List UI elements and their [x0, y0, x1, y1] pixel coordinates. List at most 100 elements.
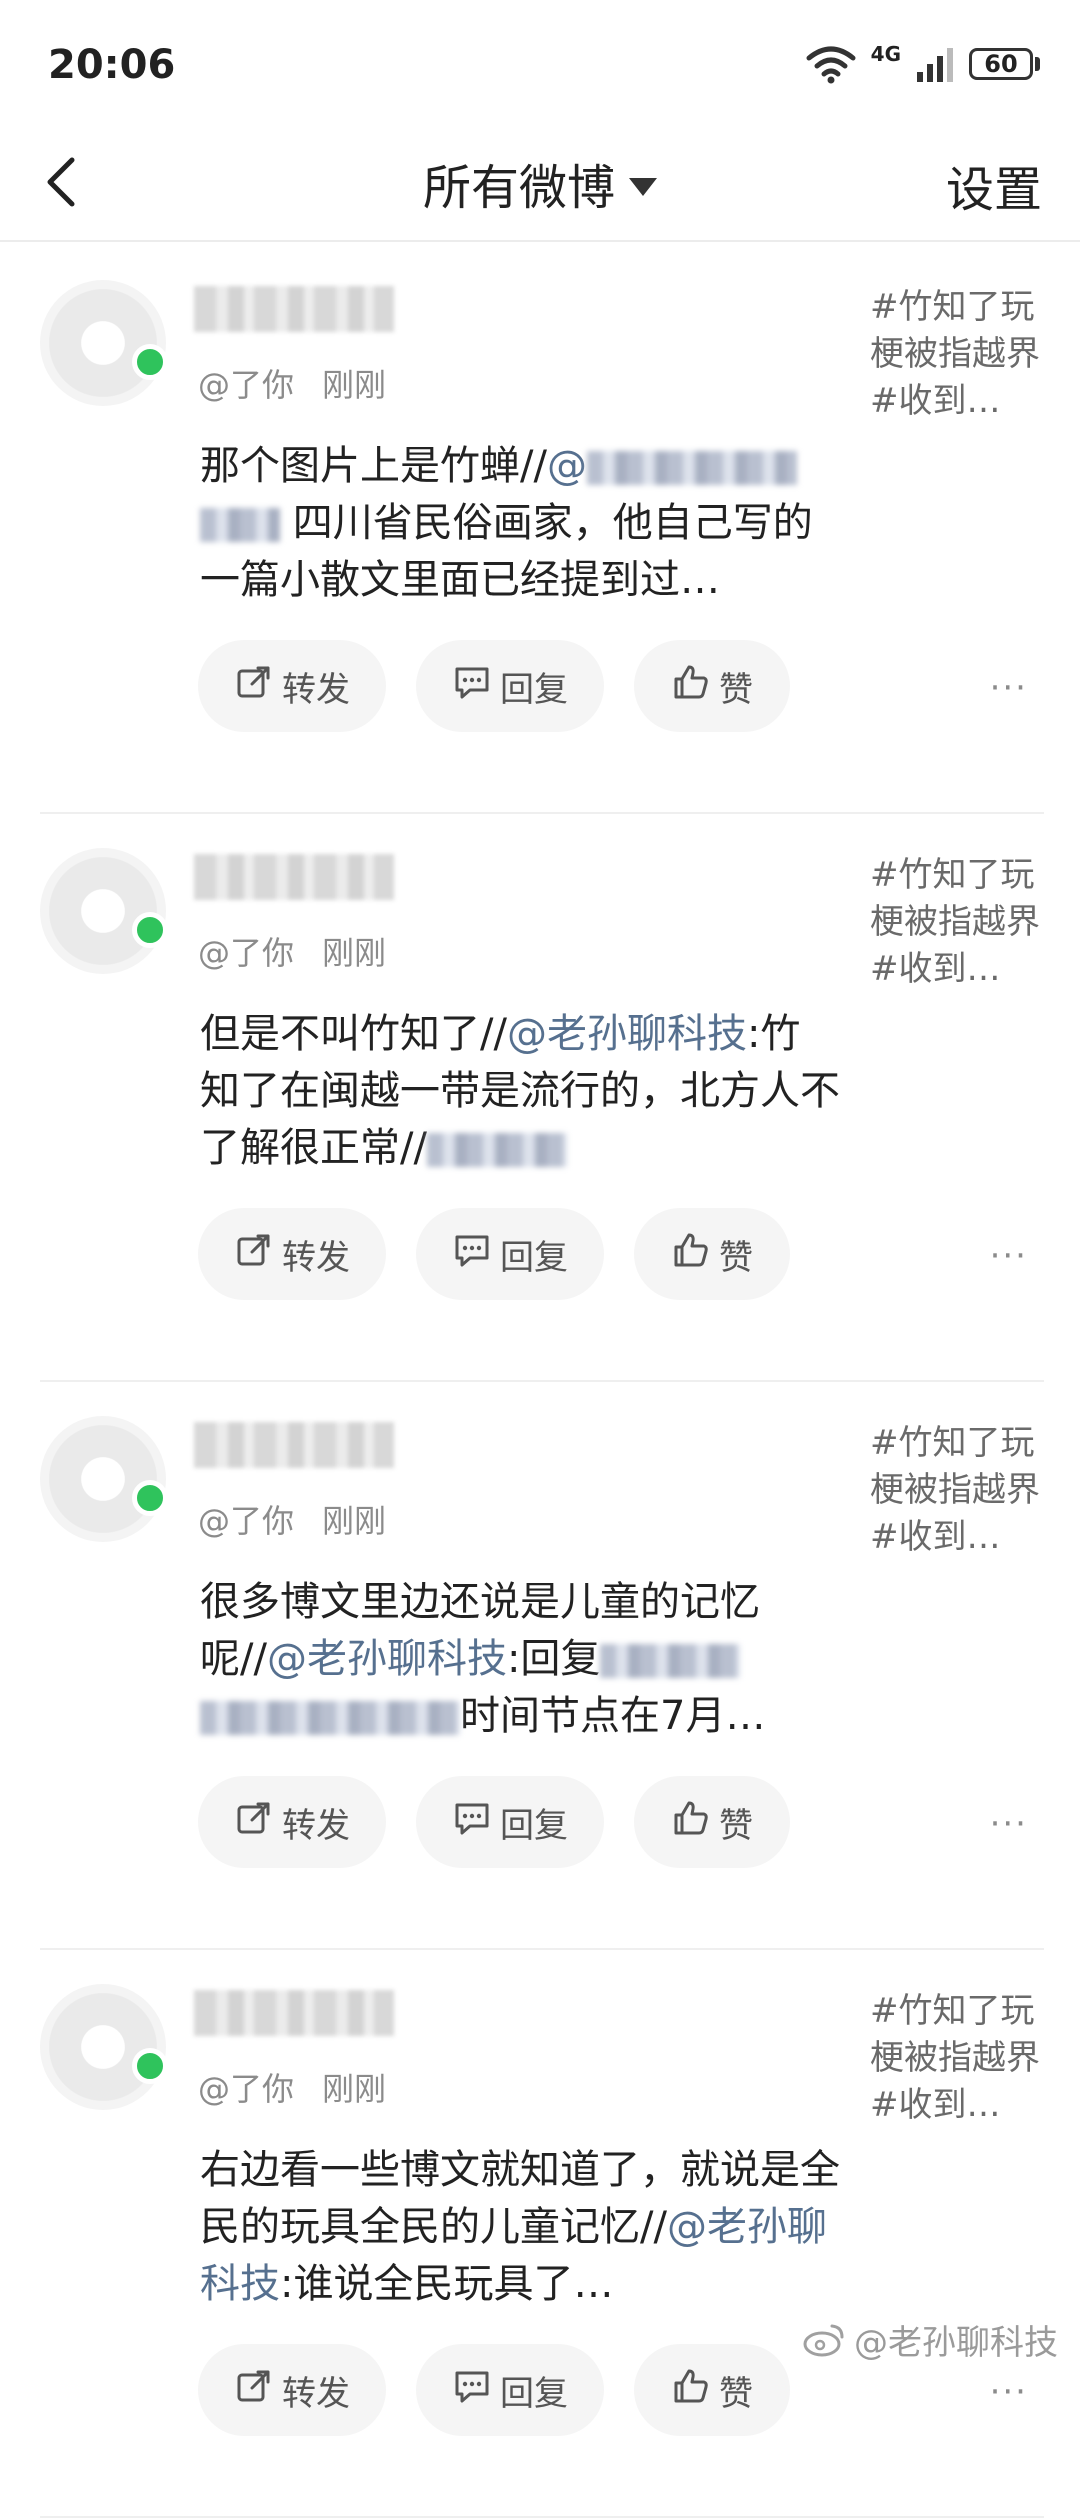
action-bar: 转发 回复 赞 [198, 2344, 790, 2436]
username-redacted[interactable] [194, 1422, 394, 1468]
post-content[interactable]: 很多博文里边还说是儿童的记忆呢//@老孙聊科技:回复 时间节点在7月… [200, 1574, 840, 1745]
topic-thumbnail[interactable]: #竹知了玩梗被指越界#收到… [870, 852, 1050, 993]
topic-thumbnail[interactable]: #竹知了玩梗被指越界#收到… [870, 1988, 1050, 2129]
page-title: 所有微博 [422, 160, 615, 216]
status-icons: 4G 60 [805, 42, 1040, 84]
post-content[interactable]: 但是不叫竹知了//@老孙聊科技:竹知了在闽越一带是流行的，北方人不了解很正常// [200, 1006, 840, 1177]
post-meta: @了你 刚刚 [198, 360, 386, 406]
repost-button[interactable]: 转发 [198, 2344, 386, 2436]
like-label: 赞 [719, 2373, 753, 2414]
like-label: 赞 [719, 1237, 753, 1278]
username-redacted[interactable] [194, 854, 394, 900]
repost-icon [234, 662, 274, 711]
divider [40, 812, 1044, 814]
user-handle: @了你 [198, 366, 295, 404]
like-icon [671, 2366, 711, 2415]
avatar[interactable] [40, 280, 166, 406]
like-button[interactable]: 赞 [634, 2344, 790, 2436]
online-status-dot [132, 1480, 168, 1516]
like-button[interactable]: 赞 [634, 1776, 790, 1868]
divider [40, 1948, 1044, 1950]
post-meta: @了你 刚刚 [198, 2064, 386, 2110]
notification-card[interactable]: @了你 刚刚 #竹知了玩梗被指越界#收到… 但是不叫竹知了//@老孙聊科技:竹知了… [0, 816, 1080, 1382]
settings-button[interactable]: 设置 [946, 150, 1042, 220]
topic-thumbnail[interactable]: #竹知了玩梗被指越界#收到… [870, 284, 1050, 425]
dropdown-triangle-icon [629, 178, 657, 196]
avatar[interactable] [40, 848, 166, 974]
username-redacted[interactable] [194, 286, 394, 332]
reply-label: 回复 [500, 669, 568, 710]
reply-label: 回复 [500, 2373, 568, 2414]
topic-thumbnail[interactable]: #竹知了玩梗被指越界#收到… [870, 1420, 1050, 1561]
post-content[interactable]: 那个图片上是竹蝉//@ 四川省民俗画家，他自己写的一篇小散文里面已经提到过… [200, 438, 840, 609]
post-time: 刚刚 [322, 934, 387, 972]
reply-icon [452, 1230, 492, 1279]
post-time: 刚刚 [322, 1502, 387, 1540]
reply-label: 回复 [500, 1805, 568, 1846]
content-text: 那个图片上是竹蝉// [200, 443, 547, 489]
reply-button[interactable]: 回复 [416, 1776, 604, 1868]
post-time: 刚刚 [322, 2070, 387, 2108]
repost-button[interactable]: 转发 [198, 1776, 386, 1868]
avatar[interactable] [40, 1984, 166, 2110]
redacted-text [200, 508, 280, 542]
online-status-dot [132, 2048, 168, 2084]
like-button[interactable]: 赞 [634, 1208, 790, 1300]
notification-card[interactable]: @了你 刚刚 #竹知了玩梗被指越界#收到… 很多博文里边还说是儿童的记忆呢//@老… [0, 1384, 1080, 1950]
reply-button[interactable]: 回复 [416, 640, 604, 732]
weibo-logo-icon [803, 2324, 844, 2356]
battery-icon: 60 [969, 48, 1040, 80]
content-text: 但是不叫竹知了// [200, 1011, 507, 1057]
status-bar: 20:06 4G 60 [0, 0, 1080, 138]
notification-card[interactable]: @了你 刚刚 #竹知了玩梗被指越界#收到… 那个图片上是竹蝉//@ 四川省民俗画家… [0, 248, 1080, 814]
repost-icon [234, 1230, 274, 1279]
more-icon[interactable]: ··· [990, 2372, 1028, 2412]
repost-button[interactable]: 转发 [198, 640, 386, 732]
feed-filter-dropdown[interactable]: 所有微博 [0, 148, 1080, 218]
action-bar: 转发 回复 赞 [198, 640, 790, 732]
action-bar: 转发 回复 赞 [198, 1776, 790, 1868]
reply-button[interactable]: 回复 [416, 1208, 604, 1300]
like-button[interactable]: 赞 [634, 640, 790, 732]
more-icon[interactable]: ··· [990, 668, 1028, 708]
redacted-text [200, 1701, 460, 1735]
like-icon [671, 662, 711, 711]
redacted-text [426, 1133, 567, 1167]
user-handle: @了你 [198, 934, 295, 972]
watermark-text: @老孙聊科技 [854, 2323, 1058, 2363]
reply-icon [452, 2366, 492, 2415]
post-meta: @了你 刚刚 [198, 928, 386, 974]
username-redacted[interactable] [194, 1990, 394, 2036]
like-icon [671, 1798, 711, 1847]
online-status-dot [132, 912, 168, 948]
more-icon[interactable]: ··· [990, 1236, 1028, 1276]
repost-button[interactable]: 转发 [198, 1208, 386, 1300]
redacted-text [600, 1644, 741, 1678]
mention-link[interactable]: @老孙聊科技 [507, 1011, 747, 1057]
more-icon[interactable]: ··· [990, 1804, 1028, 1844]
like-label: 赞 [719, 1805, 753, 1846]
reply-button[interactable]: 回复 [416, 2344, 604, 2436]
reply-icon [452, 1798, 492, 1847]
mention-link[interactable]: @ [547, 443, 587, 489]
reply-icon [452, 662, 492, 711]
notification-card[interactable]: @了你 刚刚 #竹知了玩梗被指越界#收到… 右边看一些博文就知道了，就说是全民的玩… [0, 1952, 1080, 2518]
post-content[interactable]: 右边看一些博文就知道了，就说是全民的玩具全民的儿童记忆//@老孙聊科技:谁说全民… [200, 2142, 840, 2313]
action-bar: 转发 回复 赞 [198, 1208, 790, 1300]
content-text: 时间节点在7月… [460, 1693, 766, 1739]
repost-label: 转发 [282, 669, 350, 710]
content-text: 四川省民俗画家，他自己写的一篇小散文里面已经提到过… [200, 500, 813, 603]
avatar[interactable] [40, 1416, 166, 1542]
mention-link[interactable]: @老孙聊科技 [267, 1636, 507, 1682]
reply-label: 回复 [500, 1237, 568, 1278]
battery-level: 60 [969, 48, 1033, 80]
content-text: :回复 [506, 1636, 601, 1682]
repost-label: 转发 [282, 2373, 350, 2414]
user-handle: @了你 [198, 1502, 295, 1540]
repost-icon [234, 1798, 274, 1847]
redacted-text [586, 451, 797, 485]
wifi-icon [806, 46, 856, 84]
repost-label: 转发 [282, 1237, 350, 1278]
like-icon [671, 1230, 711, 1279]
content-text: :谁说全民玩具了… [280, 2261, 614, 2307]
